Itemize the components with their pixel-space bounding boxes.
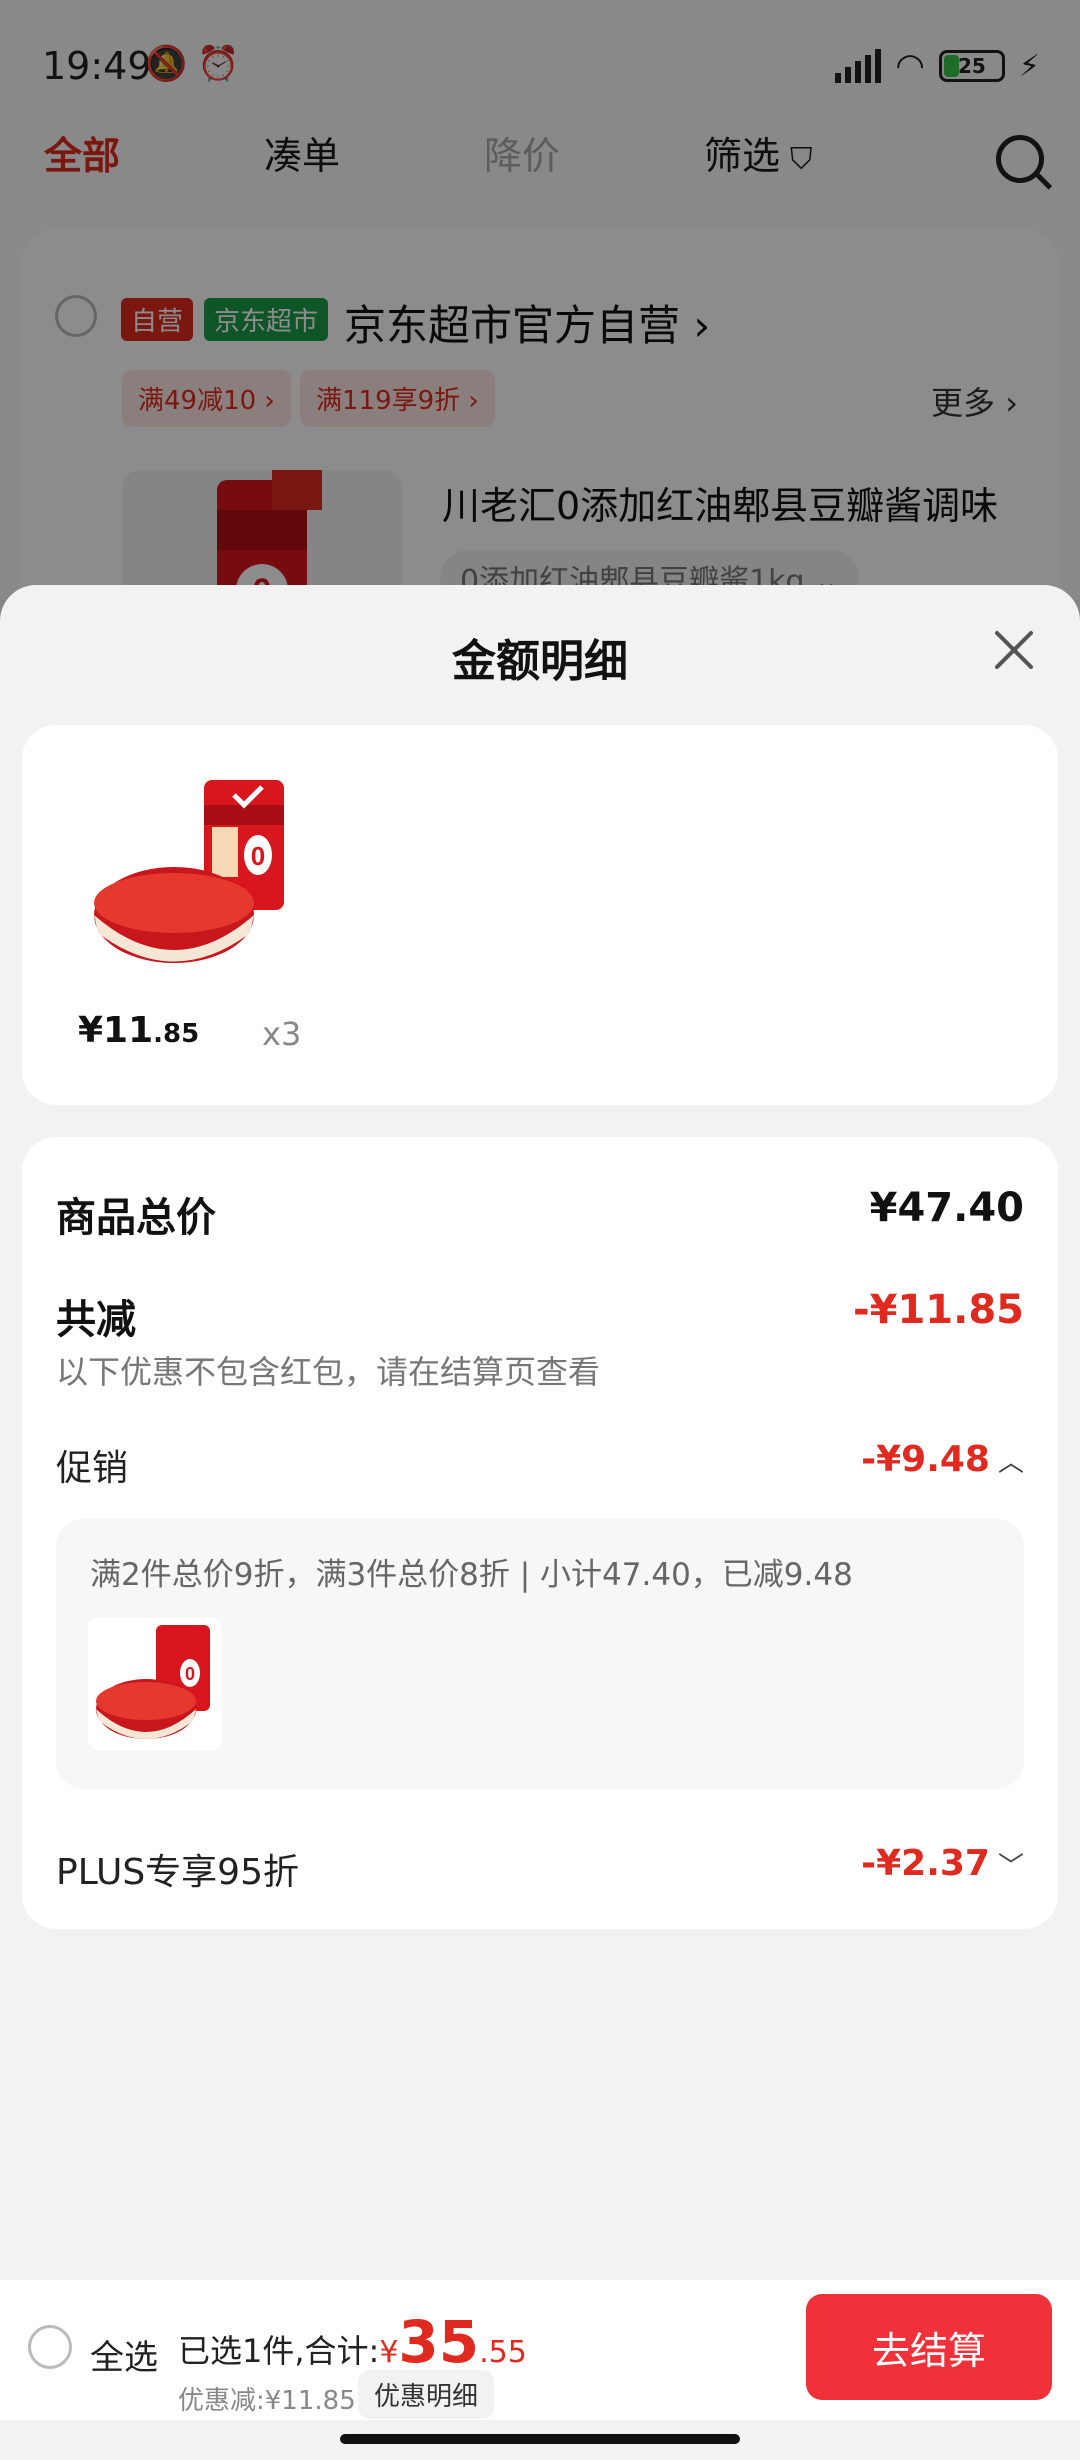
chevron-down-icon: ﹀ (997, 1852, 1024, 1882)
order-summary: 已选1件,合计: ¥ 35 .55 (178, 2308, 527, 2376)
item-quantity: x3 (262, 1015, 302, 1053)
close-icon[interactable] (988, 625, 1038, 675)
total-price-value: ¥47.40 (869, 1185, 1024, 1231)
total-reduction-label: 共减 (56, 1297, 136, 1343)
price-breakdown-card: 商品总价 ¥47.40 共减 -¥11.85 以下优惠不包含红包，请在结算页查看… (22, 1137, 1058, 1929)
total-reduction-value: -¥11.85 (853, 1287, 1024, 1333)
summary-prefix: 已选1件,合计: (178, 2332, 380, 2370)
promotion-detail-box: 满2件总价9折，满3件总价8折 | 小计47.40，已减9.48 0 (56, 1519, 1024, 1789)
total-price-label: 商品总价 (56, 1195, 216, 1241)
promotion-label: 促销 (56, 1448, 129, 1489)
item-price-dec: .85 (153, 1019, 200, 1049)
item-price-int: ¥11 (78, 1010, 154, 1051)
checkout-button[interactable]: 去结算 (806, 2294, 1052, 2400)
svg-text:0: 0 (185, 1664, 195, 1684)
promotion-toggle[interactable]: -¥9.48 ︿ (861, 1439, 1024, 1480)
product-image: 0 (84, 775, 304, 975)
plus-discount-toggle[interactable]: -¥2.37 ﹀ (861, 1843, 1024, 1884)
home-indicator[interactable] (340, 2434, 740, 2444)
select-all-label[interactable]: 全选 (90, 2330, 158, 2379)
plus-discount-value: -¥2.37 (861, 1843, 990, 1884)
total-amount-int: 35 (398, 2308, 480, 2376)
discount-detail-button[interactable]: 优惠明细 (358, 2370, 495, 2419)
checkout-bar: 全选 已选1件,合计: ¥ 35 .55 优惠减:¥11.85 优惠明细 去结算 (0, 2280, 1080, 2420)
sheet-title: 金额明细 (452, 636, 628, 687)
total-amount-dec: .55 (479, 2335, 527, 2370)
chevron-up-icon: ︿ (997, 1448, 1024, 1478)
select-all-radio[interactable] (28, 2325, 72, 2369)
item-unit-price: ¥11.85 (78, 1010, 199, 1051)
plus-discount-label: PLUS专享95折 (56, 1852, 299, 1893)
promotion-detail-text: 满2件总价9折，满3件总价8折 | 小计47.40，已减9.48 (90, 1557, 853, 1593)
reduction-note: 以下优惠不包含红包，请在结算页查看 (56, 1353, 601, 1391)
selected-items-card: 0 ¥11.85 x3 (22, 725, 1058, 1105)
promotion-product-thumbnail: 0 (88, 1617, 222, 1751)
svg-text:0: 0 (251, 841, 265, 871)
total-currency: ¥ (379, 2335, 399, 2370)
promotion-value: -¥9.48 (861, 1439, 990, 1480)
amount-detail-sheet: 金额明细 0 ¥11.85 x3 商品总价 ¥47.40 共减 -¥11.85 … (0, 585, 1080, 2460)
discount-amount: 优惠减:¥11.85 (178, 2386, 356, 2416)
